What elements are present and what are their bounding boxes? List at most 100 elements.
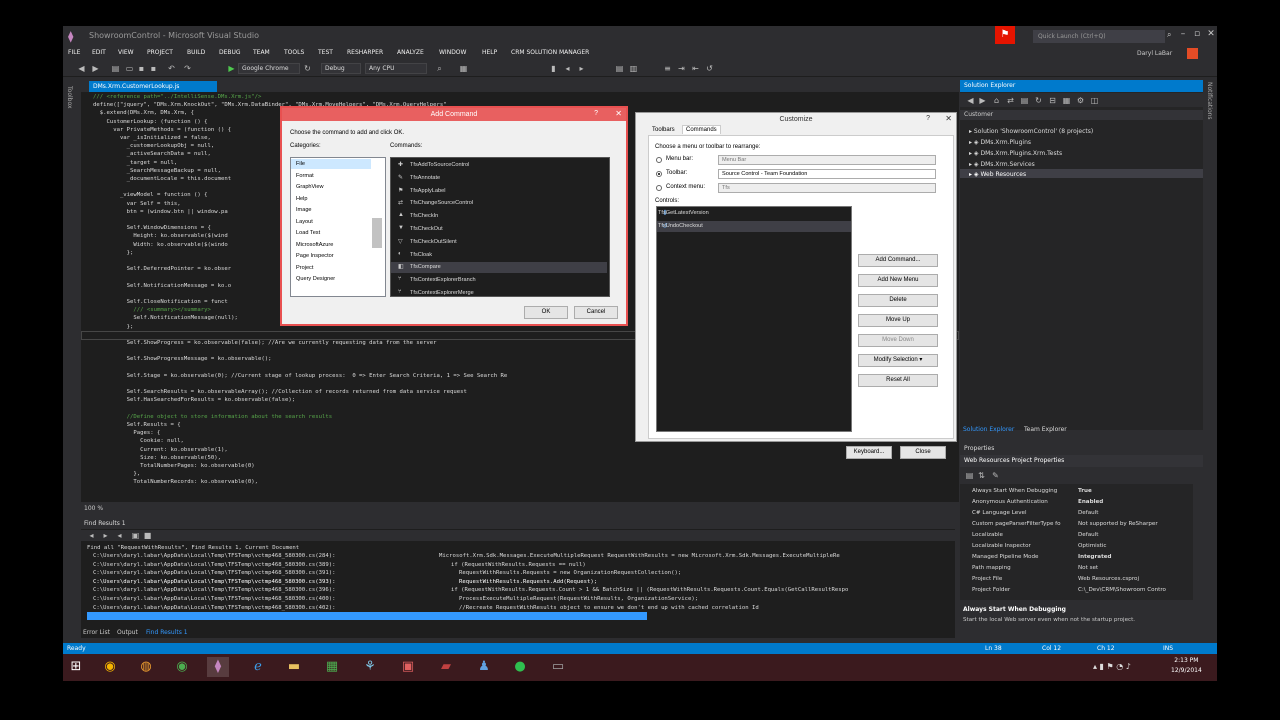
menu-help[interactable]: HELP	[482, 49, 497, 56]
property-value[interactable]: Enabled	[1078, 499, 1103, 505]
code-line[interactable]: },	[93, 471, 140, 477]
help-icon[interactable]: ?	[926, 115, 930, 122]
command-item[interactable]: TfsApplyLabel	[410, 188, 445, 194]
code-line[interactable]: TotalNumberRecords: ko.observable(0),	[93, 479, 258, 485]
pending-changes-icon[interactable]: ▤	[1020, 96, 1029, 105]
preview-icon[interactable]: ◫	[1090, 96, 1099, 105]
people-icon[interactable]: ♟	[473, 657, 495, 677]
property-name[interactable]: C# Language Level	[972, 510, 1027, 516]
code-line[interactable]: /// <summary></summary>	[93, 307, 210, 313]
command-item[interactable]: TfsContextExplorerBranch	[410, 277, 476, 283]
close-button[interactable]: ✕	[1203, 29, 1217, 39]
property-value[interactable]: C:\_Dev\CRM\Showroom Contro	[1078, 587, 1166, 593]
category-item[interactable]: Help	[296, 196, 308, 202]
control-item[interactable]: TfsGetLatestVersion	[658, 210, 709, 216]
code-line[interactable]: Pages: {	[93, 430, 160, 436]
category-item[interactable]: GraphView	[296, 184, 324, 190]
menu-edit[interactable]: EDIT	[92, 49, 106, 56]
tab-commands[interactable]: Commands	[682, 125, 721, 134]
category-item[interactable]: Layout	[296, 219, 313, 225]
code-line[interactable]: Width: ko.observable($(windo	[93, 242, 227, 248]
find-result-text[interactable]: //Recreate RequestWithResults object to …	[459, 605, 759, 611]
bookmark-prev-icon[interactable]: ◂	[563, 64, 572, 73]
home-icon[interactable]: ⌂	[992, 96, 1001, 105]
back-icon[interactable]: ◀	[77, 64, 86, 73]
save-icon[interactable]: ▪	[137, 64, 146, 73]
chrome-icon[interactable]: ◉	[99, 657, 121, 677]
code-line[interactable]: _activeSearchData = null,	[93, 151, 211, 157]
controls-list[interactable]	[656, 206, 852, 432]
add-new-menu-button[interactable]: Add New Menu	[858, 274, 938, 287]
code-line[interactable]: Self.ShowProgressMessage = ko.observable…	[93, 356, 272, 362]
code-line[interactable]: CustomerLookup: (function () {	[93, 119, 207, 125]
show-all-files-icon[interactable]: ▦	[1062, 96, 1071, 105]
open-file-icon[interactable]: ▭	[125, 64, 134, 73]
go-to-location-icon[interactable]: ◂	[87, 531, 96, 540]
menu-build[interactable]: BUILD	[187, 49, 205, 56]
presentation-icon[interactable]: ▣	[397, 657, 419, 677]
code-line[interactable]: Self.ShowProgress = ko.observable(false)…	[93, 340, 437, 346]
command-item[interactable]: TfsCheckIn	[410, 213, 438, 219]
tab-error-list[interactable]: Error List	[83, 629, 110, 636]
previous-location-icon[interactable]: ◂	[115, 531, 124, 540]
category-item[interactable]: Load Test	[296, 230, 320, 236]
category-item[interactable]: Project	[296, 265, 313, 271]
forward-icon[interactable]: ▶	[978, 96, 987, 105]
taskbar-clock[interactable]: 2:13 PM 12/9/2014	[1171, 656, 1202, 676]
find-in-files-icon[interactable]: ⌕	[435, 64, 444, 73]
toolbox-rail-label[interactable]: Toolbox	[66, 86, 73, 109]
tfs-icon[interactable]: ↺	[705, 64, 714, 73]
chrome-profile-icon[interactable]: ◉	[171, 657, 193, 677]
user-name[interactable]: Daryl LaBar	[1137, 50, 1172, 57]
find-result-text[interactable]: RequestWithResults.Requests = new Organi…	[459, 570, 681, 576]
outlook-icon[interactable]: ◍	[135, 657, 157, 677]
find-result-text[interactable]: RequestWithResults.Requests.Add(Request)…	[459, 579, 597, 585]
categories-scrollbar[interactable]	[372, 218, 382, 248]
zoom-level[interactable]: 100 %	[81, 503, 181, 514]
find-result-file[interactable]: C:\Users\daryl.labar\AppData\Local\Temp\…	[93, 587, 335, 593]
category-item[interactable]: Image	[296, 207, 312, 213]
forward-icon[interactable]: ▶	[91, 64, 100, 73]
tree-item-project[interactable]: ▸ ◈ DMs.Xrm.Services	[969, 161, 1035, 168]
code-line[interactable]: };	[93, 324, 134, 330]
reset-all-button[interactable]: Reset All	[858, 374, 938, 387]
find-result-file[interactable]: C:\Users\daryl.labar\AppData\Local\Temp\…	[93, 570, 335, 576]
code-line[interactable]: var _isInitialized = false,	[93, 135, 211, 141]
avatar[interactable]	[1187, 48, 1198, 59]
tab-toolbars[interactable]: Toolbars	[649, 126, 678, 134]
property-value[interactable]: True	[1078, 488, 1092, 494]
tree-item-project[interactable]: ▸ ◈ DMs.Xrm.Plugins	[969, 139, 1031, 146]
command-item[interactable]: TfsCloak	[410, 252, 432, 258]
system-tray[interactable]: ▴ ▮ ⚑ ◔ ♪	[1093, 662, 1131, 671]
property-name[interactable]: Localizable Inspector	[972, 543, 1031, 549]
bookmark-icon[interactable]: ▮	[549, 64, 558, 73]
indent-icon[interactable]: ⇥	[677, 64, 686, 73]
cancel-button[interactable]: Cancel	[574, 306, 618, 319]
code-line[interactable]: $.extend(DMs.Xrm, DMs.Xrm, {	[93, 110, 194, 116]
close-dialog-button[interactable]: Close	[900, 446, 946, 459]
find-result-text[interactable]: ProcessExecuteMultipleRequest(RequestWit…	[459, 596, 698, 602]
code-line[interactable]: Self.Results = {	[93, 422, 181, 428]
code-line[interactable]: Height: ko.observable($(wind	[93, 233, 227, 239]
menu-window[interactable]: WINDOW	[439, 49, 466, 56]
save-all-icon[interactable]: ▪	[149, 64, 158, 73]
configuration-select[interactable]: Debug	[321, 63, 361, 74]
code-line[interactable]: Self.SearchResults = ko.observableArray(…	[93, 389, 467, 395]
notifications-rail-label[interactable]: Notifications	[1206, 82, 1213, 120]
tab-output[interactable]: Output	[117, 629, 138, 636]
property-value[interactable]: Default	[1078, 510, 1098, 516]
category-item[interactable]: File	[296, 161, 305, 167]
new-project-icon[interactable]: ▤	[111, 64, 120, 73]
remote-desktop-icon[interactable]: ▭	[547, 657, 569, 677]
briefcase-icon[interactable]: ▰	[435, 657, 457, 677]
code-line[interactable]: _customerLookupObj = null,	[93, 143, 215, 149]
platform-select[interactable]: Any CPU	[365, 63, 427, 74]
quick-launch-input[interactable]: Quick Launch (Ctrl+Q)	[1033, 30, 1165, 43]
command-item[interactable]: TfsAddToSourceControl	[410, 162, 469, 168]
menu-resharper[interactable]: RESHARPER	[347, 49, 383, 56]
find-result-text[interactable]: if (RequestWithResults.Requests == null)	[451, 562, 586, 568]
property-name[interactable]: Project Folder	[972, 587, 1010, 593]
keyboard-button[interactable]: Keyboard...	[846, 446, 892, 459]
property-name[interactable]: Project File	[972, 576, 1002, 582]
move-down-button[interactable]: Move Down	[858, 334, 938, 347]
